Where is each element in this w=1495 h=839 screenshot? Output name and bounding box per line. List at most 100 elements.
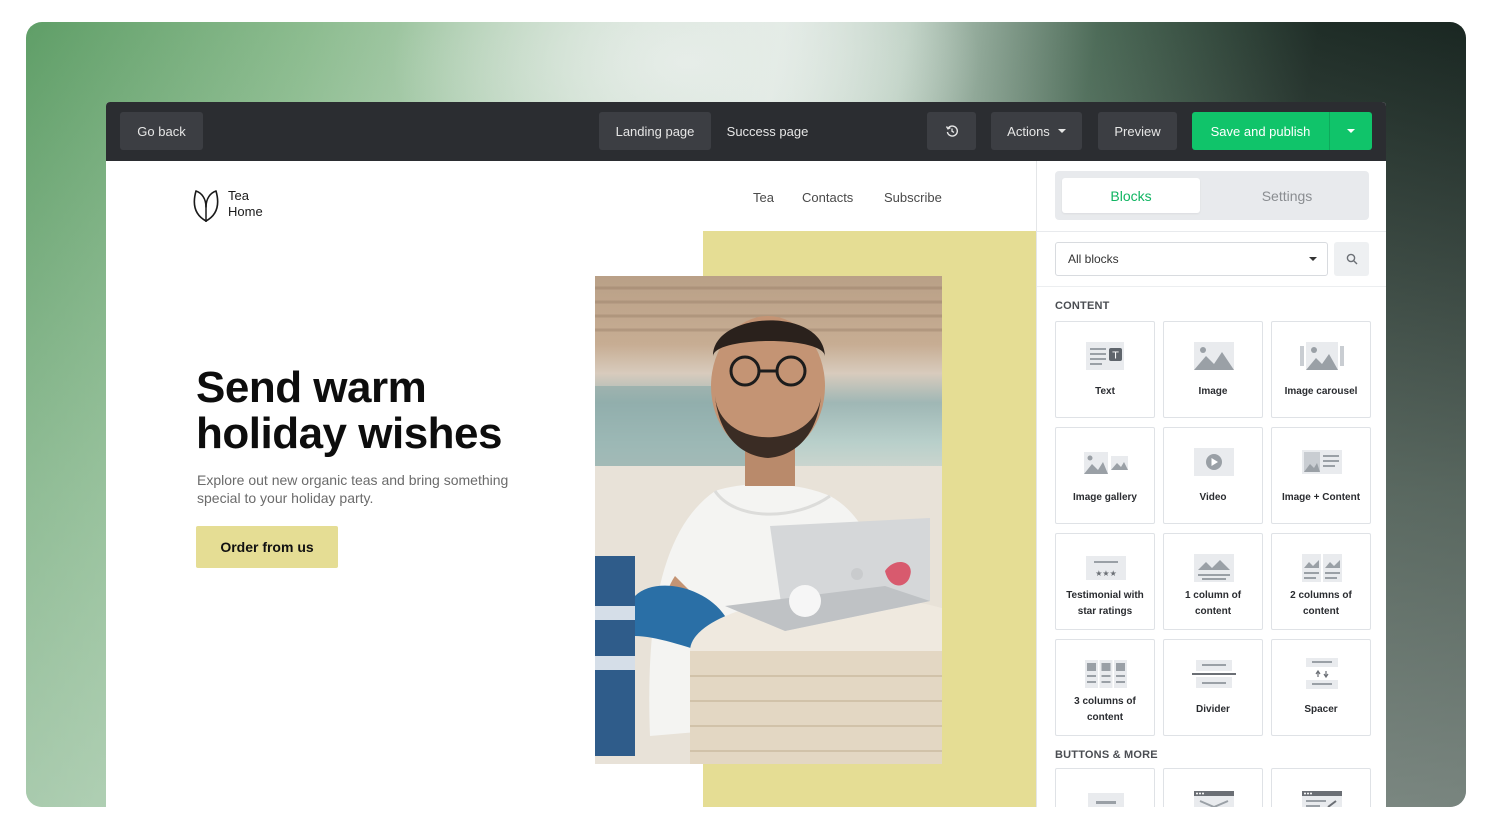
tab-landing-page-label: Landing page (615, 123, 695, 139)
block-testimonial-label: Testimonial with star ratings (1060, 588, 1150, 620)
section-title-content: CONTENT (1055, 300, 1110, 312)
order-button[interactable]: Order from us (196, 526, 338, 568)
divider (1037, 231, 1386, 232)
headline-line-2: holiday wishes (196, 409, 502, 458)
block-two-columns[interactable]: 2 columns of content (1271, 533, 1371, 630)
block-spacer-label: Spacer (1304, 704, 1338, 715)
block-filter-select[interactable]: All blocks (1055, 242, 1328, 276)
navbar-block-icon (1194, 791, 1234, 807)
one-column-icon (1194, 554, 1234, 582)
block-image-gallery-label: Image gallery (1073, 492, 1137, 503)
chevron-down-icon (1347, 129, 1355, 133)
image-content-icon (1302, 450, 1342, 474)
video-icon (1194, 448, 1234, 476)
block-filter-value: All blocks (1068, 252, 1119, 266)
order-button-label: Order from us (220, 539, 314, 555)
block-divider[interactable]: Divider (1163, 639, 1263, 736)
block-three-columns-label-1: 3 columns of (1074, 696, 1136, 707)
headline-line-1: Send warm (196, 363, 427, 412)
hero-photo-illustration (595, 286, 942, 764)
block-one-column-label-2: content (1194, 606, 1232, 617)
preview-button[interactable]: Preview (1098, 112, 1177, 150)
block-one-column[interactable]: 1 column of content (1163, 533, 1263, 630)
panel-tabs: Blocks Settings (1055, 171, 1369, 220)
section-title-buttons: BUTTONS & MORE (1055, 749, 1158, 761)
block-image-carousel[interactable]: Image carousel (1271, 321, 1371, 418)
go-back-button[interactable]: Go back (120, 112, 203, 150)
actions-button[interactable]: Actions (991, 112, 1082, 150)
block-three-columns-label: 3 columns of content (1060, 694, 1150, 726)
search-button[interactable] (1334, 242, 1369, 276)
tab-success-page[interactable]: Success page (716, 112, 819, 150)
landing-editor-window: Go back Landing page Success page Action… (106, 102, 1386, 807)
tab-settings-label: Settings (1261, 187, 1313, 204)
publish-options-dropdown[interactable] (1330, 112, 1372, 150)
block-two-columns-label-1: 2 columns of (1290, 590, 1352, 601)
brand-logo[interactable]: Tea Home (190, 185, 263, 223)
nav-link-subscribe[interactable]: Subscribe (884, 190, 942, 205)
tab-blocks[interactable]: Blocks (1062, 178, 1200, 213)
block-image-carousel-label: Image carousel (1284, 386, 1358, 397)
image-icon (1194, 342, 1234, 370)
hero-headline: Send warm holiday wishes (196, 365, 556, 457)
search-icon (1346, 253, 1357, 265)
block-button[interactable] (1055, 768, 1155, 807)
chevron-down-icon (1057, 129, 1066, 133)
spacer-icon (1306, 658, 1338, 689)
block-one-column-label-1: 1 column of (1184, 590, 1242, 601)
block-image-content-label: Image + Content (1281, 492, 1361, 503)
leaf-icon (193, 190, 219, 222)
logo-line-2: Home (228, 204, 263, 219)
block-video-label: Video (1199, 492, 1227, 503)
block-divider-label: Divider (1196, 704, 1230, 715)
social-block-icon (1302, 791, 1342, 807)
block-image[interactable]: Image (1163, 321, 1263, 418)
nav-link-tea[interactable]: Tea (753, 190, 774, 205)
block-testimonial[interactable]: ★★★ Testimonial with star ratings (1055, 533, 1155, 630)
image-carousel-icon (1300, 342, 1344, 370)
save-publish-label: Save and publish (1210, 123, 1311, 139)
go-back-label: Go back (137, 123, 186, 139)
logo-text: Tea Home (228, 188, 263, 220)
block-image-content[interactable]: Image + Content (1271, 427, 1371, 524)
save-publish-button[interactable]: Save and publish (1192, 112, 1372, 150)
preview-label: Preview (1114, 123, 1161, 139)
testimonial-icon: ★★★ (1086, 556, 1126, 580)
page-canvas[interactable]: Tea Home Tea Contacts Subscribe Send war… (106, 161, 1036, 807)
button-block-icon (1088, 793, 1124, 807)
three-columns-icon (1085, 660, 1127, 688)
block-three-columns-label-2: content (1086, 712, 1124, 723)
block-two-columns-label-2: content (1302, 606, 1340, 617)
divider-icon (1192, 660, 1236, 688)
block-text[interactable]: T Text (1055, 321, 1155, 418)
block-two-columns-label: 2 columns of content (1276, 588, 1366, 620)
hero-photo[interactable] (595, 276, 942, 764)
text-block-icon: T (1086, 342, 1124, 370)
block-spacer[interactable]: Spacer (1271, 639, 1371, 736)
editor-toolbar: Go back Landing page Success page Action… (106, 102, 1386, 161)
image-gallery-icon (1084, 452, 1128, 474)
block-navbar[interactable] (1163, 768, 1263, 807)
block-social[interactable] (1271, 768, 1371, 807)
block-three-columns[interactable]: 3 columns of content (1055, 639, 1155, 736)
two-columns-icon (1302, 554, 1342, 582)
tab-settings[interactable]: Settings (1218, 178, 1356, 213)
tab-success-page-label: Success page (726, 123, 809, 139)
svg-text:★★★: ★★★ (1095, 569, 1117, 578)
chevron-down-icon (1309, 257, 1317, 261)
tab-landing-page[interactable]: Landing page (599, 112, 711, 150)
block-image-label: Image (1198, 386, 1228, 397)
block-video[interactable]: Video (1163, 427, 1263, 524)
history-button[interactable] (927, 112, 976, 150)
nav-link-contacts[interactable]: Contacts (802, 190, 853, 205)
svg-text:T: T (1111, 351, 1119, 362)
divider (1037, 286, 1386, 287)
hero-subcopy: Explore out new organic teas and bring s… (197, 472, 509, 506)
block-text-label: Text (1095, 386, 1115, 397)
block-testimonial-label-1: Testimonial with (1066, 590, 1144, 601)
tab-blocks-label: Blocks (1110, 187, 1152, 204)
blocks-panel: Blocks Settings All blocks CONTENT T Tex… (1036, 161, 1386, 807)
block-image-gallery[interactable]: Image gallery (1055, 427, 1155, 524)
actions-label: Actions (1007, 123, 1050, 139)
block-one-column-label: 1 column of content (1168, 588, 1258, 620)
